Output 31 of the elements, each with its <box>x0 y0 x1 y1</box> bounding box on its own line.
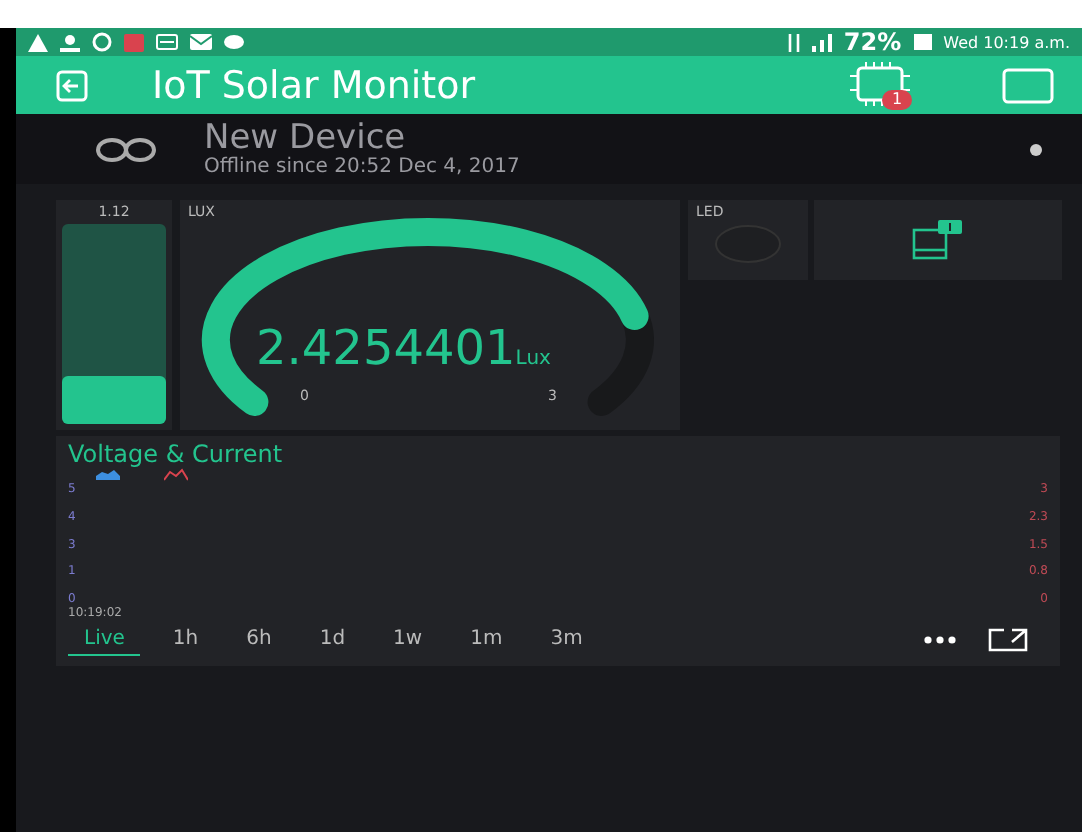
slider-fill[interactable] <box>62 376 166 424</box>
notification-badge: 1 <box>882 89 913 109</box>
device-name: New Device <box>204 120 406 156</box>
app-title: IoT Solar Monitor <box>152 63 478 107</box>
more-icon[interactable] <box>924 636 956 644</box>
chart-title: Voltage & Current <box>68 440 285 468</box>
slider-track[interactable] <box>62 224 166 424</box>
time-range-tab[interactable]: Live <box>68 624 141 656</box>
signal-icon <box>811 33 832 51</box>
warning-icon <box>28 33 48 51</box>
message-icon <box>156 34 178 50</box>
back-icon[interactable] <box>52 69 92 101</box>
time-range-tab[interactable]: 1m <box>454 624 519 656</box>
time-range-tab[interactable]: 1w <box>377 624 439 656</box>
device-status: Offline since 20:52 Dec 4, 2017 <box>204 156 522 178</box>
expand-icon[interactable] <box>988 628 1028 652</box>
time-range-tab[interactable]: 3m <box>534 624 599 656</box>
infinity-icon <box>96 135 156 163</box>
battery-percentage: 72% <box>843 28 902 56</box>
time-range-tab[interactable]: 1d <box>303 624 362 656</box>
mail-icon <box>190 34 212 50</box>
gauge-value: 2.4254401 <box>256 320 516 376</box>
gauge-unit: Lux <box>515 348 551 370</box>
square-icon[interactable] <box>1002 67 1054 103</box>
time-range-tab[interactable]: 6h <box>230 624 288 656</box>
chip-icon[interactable] <box>850 61 910 105</box>
app-icon <box>124 33 144 51</box>
time-range-tab[interactable]: 1h <box>156 624 215 656</box>
notification-tile[interactable] <box>814 200 1062 280</box>
device-message-icon <box>912 220 964 260</box>
clock-time: Wed 10:19 a.m. <box>943 33 1070 51</box>
